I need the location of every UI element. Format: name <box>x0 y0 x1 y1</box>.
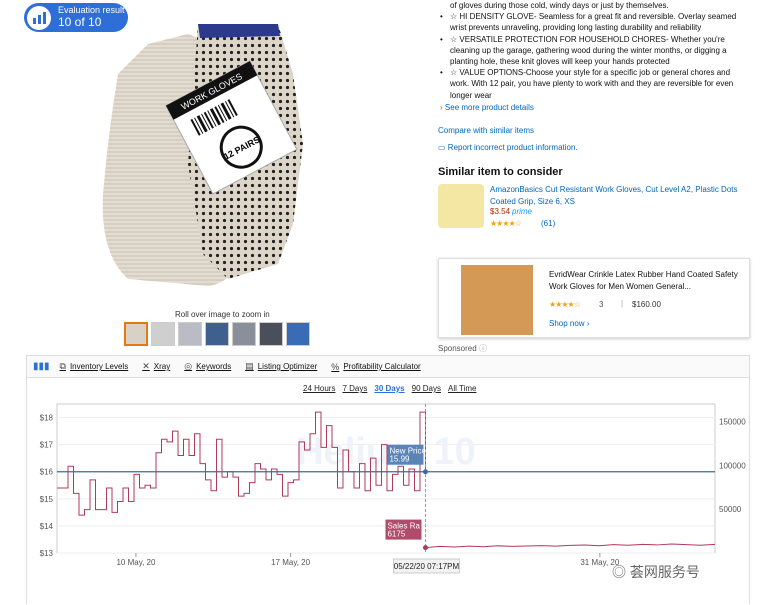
speech-bubble-icon: ▭ <box>438 143 446 152</box>
tab-label: Inventory Levels <box>69 362 129 371</box>
cursor-date: 05/22/20 07:17PM <box>394 562 460 571</box>
y2-tick-label: 100000 <box>719 461 746 470</box>
product-image[interactable]: WORK GLOVES 12 PAIRS <box>88 14 338 304</box>
box-icon: ⧉ <box>59 361 66 371</box>
thumbnail-strip <box>124 322 310 346</box>
bullet-text: of gloves during those cold, windy days … <box>450 1 669 10</box>
target-icon: ◎ <box>184 361 193 371</box>
similar-item[interactable]: AmazonBasics Cut Resistant Work Gloves, … <box>438 182 750 232</box>
tooltip-value: 15.99 <box>389 455 410 464</box>
bar-chart-icon <box>27 5 51 30</box>
thumbnail[interactable] <box>151 322 175 346</box>
tooltip-value: 6175 <box>387 530 405 539</box>
wechat-icon: ◎ <box>612 564 626 580</box>
report-label: Report incorrect product information. <box>447 143 578 152</box>
similar-item-price: $3.54 <box>490 207 511 216</box>
tab-keywords[interactable]: ◎ Keywords <box>184 361 231 372</box>
tab-xray[interactable]: ✕ Xray <box>142 361 170 372</box>
tab-label: Profitability Calculator <box>343 362 421 371</box>
x-icon: ✕ <box>142 361 150 371</box>
range-30-days[interactable]: 30 Days <box>374 384 404 393</box>
y2-tick-label: 150000 <box>719 418 746 427</box>
y-tick-label: $13 <box>40 549 54 558</box>
range-24-hours[interactable]: 24 Hours <box>303 384 335 393</box>
ad-price: $160.00 <box>632 300 661 309</box>
product-bullets: of gloves during those cold, windy days … <box>438 0 750 101</box>
y-tick-label: $14 <box>40 522 54 531</box>
thumbnail[interactable] <box>178 322 202 346</box>
percent-icon: % <box>331 361 340 372</box>
star-rating: ★★★★☆ <box>490 219 522 228</box>
thumbnail[interactable] <box>259 322 283 346</box>
y-tick-label: $18 <box>40 414 54 423</box>
ad-review-count: 3 <box>599 300 604 309</box>
ad-separator: | <box>621 299 624 308</box>
see-more-link[interactable]: › See more product details <box>440 103 534 112</box>
report-link[interactable]: ▭ Report incorrect product information. <box>438 143 578 152</box>
bar-chart-icon[interactable]: ▮▮▮ <box>33 361 50 372</box>
ad-star-rating: ★★★★☆ <box>549 300 581 309</box>
chevron-right-icon: › <box>440 103 443 112</box>
tab-inventory-levels[interactable]: ⧉ Inventory Levels <box>60 361 129 372</box>
sponsored-text: Sponsored <box>438 344 477 353</box>
similar-item-title[interactable]: AmazonBasics Cut Resistant Work Gloves, … <box>490 184 745 208</box>
watermark-text: 荟网服务号 <box>629 564 700 580</box>
y-tick-label: $17 <box>40 441 54 450</box>
x-tick-label: 10 May, 20 <box>116 558 156 567</box>
compare-link[interactable]: Compare with similar items <box>438 126 534 135</box>
bullet-text: ☆ VERSATILE PROTECTION FOR HOUSEHOLD CHO… <box>438 34 750 68</box>
roll-over-hint: Roll over image to zoom in <box>175 310 270 319</box>
ad-product-image[interactable] <box>461 265 533 335</box>
sponsored-label: Sponsored ⓘ <box>438 343 487 354</box>
range-90-days[interactable]: 90 Days <box>412 384 441 393</box>
shop-now-link[interactable]: Shop now › <box>549 319 589 328</box>
y-tick-label: $15 <box>40 495 54 504</box>
similar-heading: Similar item to consider <box>438 166 563 178</box>
bullet-text: ☆ HI DENSITY GLOVE- Seamless for a great… <box>438 11 750 33</box>
tab-label: Keywords <box>196 362 232 371</box>
toolbar: ▮▮▮ ⧉ Inventory Levels ✕ Xray ◎ Keywords ▤ L… <box>27 356 749 378</box>
range-all-time[interactable]: All Time <box>448 384 476 393</box>
see-more-label: See more product details <box>444 103 534 112</box>
similar-item-image[interactable] <box>438 184 484 228</box>
tab-label: Listing Optimizer <box>257 362 318 371</box>
x-tick-label: 17 May, 20 <box>271 558 311 567</box>
thumbnail[interactable] <box>232 322 256 346</box>
cursor-point <box>422 545 428 551</box>
review-count-link[interactable]: (61) <box>541 219 555 228</box>
cursor-point <box>422 469 428 475</box>
y-tick-label: $16 <box>40 468 54 477</box>
thumbnail[interactable] <box>124 322 148 346</box>
tab-label: Xray <box>153 362 171 371</box>
thumbnail[interactable] <box>205 322 229 346</box>
document-icon: ▤ <box>245 361 254 371</box>
bullet-text: ☆ VALUE OPTIONS-Choose your style for a … <box>438 67 750 101</box>
ad-title[interactable]: EvridWear Crinkle Latex Rubber Hand Coat… <box>549 269 739 293</box>
thumbnail[interactable] <box>286 322 310 346</box>
tab-profitability-calculator[interactable]: % Profitability Calculator <box>331 362 420 372</box>
helium10-watermark: Helium 10 <box>296 431 476 473</box>
range-7-days[interactable]: 7 Days <box>342 384 367 393</box>
footer-watermark: ◎ 荟网服务号 <box>612 562 700 582</box>
prime-badge: prime <box>512 207 533 216</box>
y2-tick-label: 50000 <box>719 505 742 514</box>
tab-listing-optimizer[interactable]: ▤ Listing Optimizer <box>245 361 317 372</box>
info-icon[interactable]: ⓘ <box>479 344 487 353</box>
time-range-selector: 24 Hours 7 Days 30 Days 90 Days All Time <box>303 384 476 393</box>
sponsored-ad-card[interactable]: EvridWear Crinkle Latex Rubber Hand Coat… <box>438 258 750 338</box>
